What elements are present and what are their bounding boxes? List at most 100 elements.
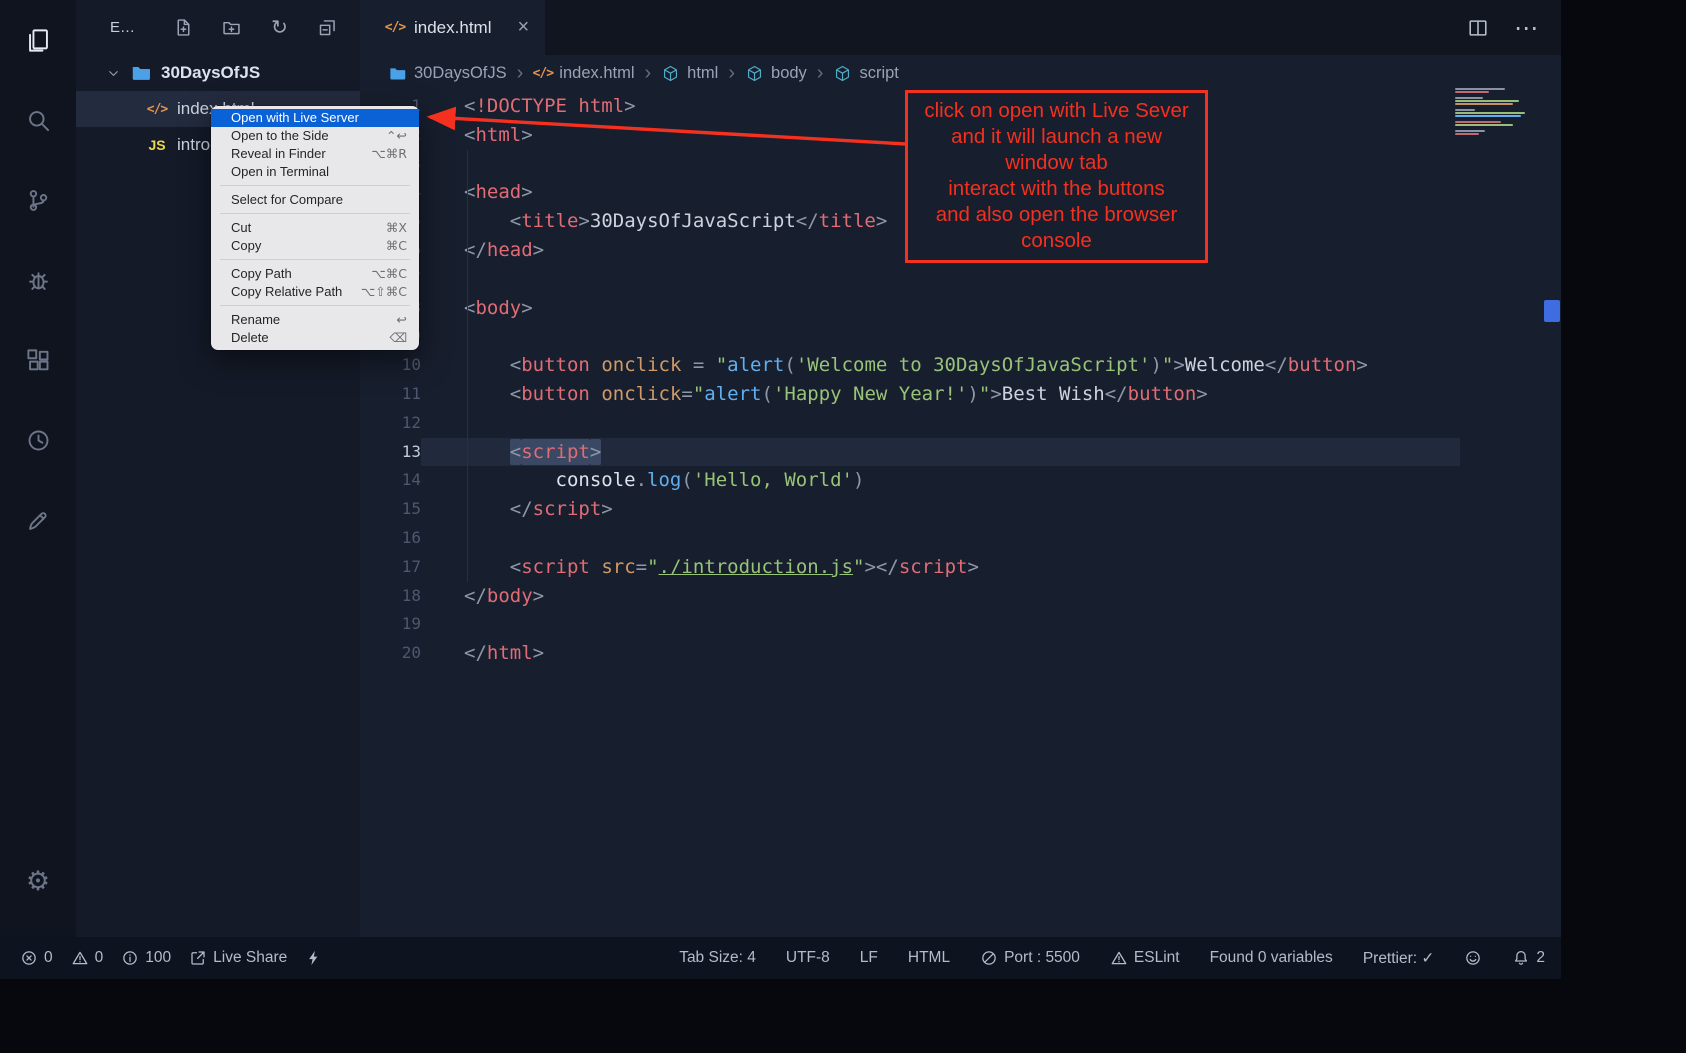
- status-live-server-port[interactable]: Port : 5500: [980, 949, 1080, 967]
- more-actions-button[interactable]: ⋯: [1515, 17, 1537, 39]
- activity-source-control-button[interactable]: [0, 160, 76, 240]
- tab-label: index.html: [414, 18, 491, 38]
- code-line-16[interactable]: 16: [360, 524, 1561, 553]
- menu-item-copy-path[interactable]: Copy Path⌥⌘C: [211, 265, 419, 283]
- status-variables[interactable]: Found 0 variables: [1210, 949, 1333, 967]
- tree-folder-30daysofjs[interactable]: 30DaysOfJS: [76, 55, 360, 91]
- code-line-7[interactable]: 7: [360, 265, 1561, 294]
- menu-item-open-in-terminal[interactable]: Open in Terminal: [211, 163, 419, 181]
- scrollbar-decoration: [1544, 300, 1560, 322]
- code-line-9[interactable]: 9: [360, 322, 1561, 351]
- code-line-13[interactable]: 13 <script>: [360, 438, 1561, 467]
- close-tab-icon[interactable]: ×: [517, 16, 529, 39]
- menu-item-cut[interactable]: Cut⌘X: [211, 219, 419, 237]
- status-notifications[interactable]: 2: [1512, 949, 1545, 967]
- code-line-15[interactable]: 15 </script>: [360, 495, 1561, 524]
- menu-item-copy[interactable]: Copy⌘C: [211, 237, 419, 255]
- status-prettier[interactable]: Prettier: ✓: [1363, 949, 1435, 968]
- menu-item-delete[interactable]: Delete⌫: [211, 329, 419, 347]
- explorer-toolbar: ↻: [173, 17, 338, 38]
- status-feedback-smiley[interactable]: [1464, 949, 1482, 967]
- line-content: [421, 409, 1561, 438]
- activity-run-debug-button[interactable]: [0, 240, 76, 320]
- menu-item-rename[interactable]: Rename↩: [211, 311, 419, 329]
- line-number: 11: [360, 380, 421, 409]
- tab-index-html[interactable]: </> index.html ×: [360, 0, 545, 55]
- minimap[interactable]: [1455, 88, 1540, 140]
- status-live-server-port-label: Port : 5500: [1004, 949, 1080, 967]
- status-bar: 0 0 100 Live Share Tab Size: 4 UTF-8 LF HTML Po…: [0, 937, 1561, 979]
- activity-settings-button[interactable]: ⚙: [0, 841, 76, 921]
- menu-item-open-to-the-side[interactable]: Open to the Side⌃↩: [211, 127, 419, 145]
- menu-separator: [220, 185, 410, 186]
- breadcrumb-separator: ›: [645, 62, 652, 85]
- status-lightning[interactable]: [305, 949, 323, 967]
- code-line-19[interactable]: 19: [360, 610, 1561, 639]
- status-warnings[interactable]: 0: [71, 949, 104, 967]
- minimap-line: [1455, 91, 1489, 93]
- breadcrumb-html[interactable]: html: [661, 64, 718, 83]
- status-live-share[interactable]: Live Share: [189, 949, 287, 967]
- menu-item-shortcut: ⌥⌘R: [371, 145, 407, 163]
- status-warnings-label: 0: [95, 949, 104, 967]
- code-line-8[interactable]: 8<body>: [360, 294, 1561, 323]
- activity-feedback-button[interactable]: [0, 480, 76, 560]
- minimap-line: [1455, 103, 1513, 105]
- cube-icon: [833, 64, 852, 83]
- breadcrumb-30daysofjs[interactable]: 30DaysOfJS: [388, 64, 507, 83]
- status-language-mode[interactable]: HTML: [908, 949, 950, 967]
- annotation-text: and it will launch a new: [910, 124, 1203, 150]
- line-number: 20: [360, 639, 421, 668]
- breadcrumb-script[interactable]: script: [833, 64, 898, 83]
- split-editor-button[interactable]: [1467, 17, 1489, 39]
- minimap-line: [1455, 130, 1485, 132]
- new-folder-button[interactable]: [221, 17, 242, 38]
- activity-search-button[interactable]: [0, 80, 76, 160]
- status-variables-label: Found 0 variables: [1210, 949, 1333, 967]
- line-content: [421, 265, 1561, 294]
- folder-label: 30DaysOfJS: [161, 63, 260, 83]
- status-info[interactable]: 100: [121, 949, 171, 967]
- menu-item-reveal-in-finder[interactable]: Reveal in Finder⌥⌘R: [211, 145, 419, 163]
- code-line-17[interactable]: 17 <script src="./introduction.js"></scr…: [360, 553, 1561, 582]
- code-line-18[interactable]: 18</body>: [360, 582, 1561, 611]
- code-line-10[interactable]: 10 <button onclick = "alert('Welcome to …: [360, 351, 1561, 380]
- line-content: console.log('Hello, World'): [421, 466, 1561, 495]
- folder-icon: [388, 64, 407, 83]
- activity-timeline-button[interactable]: [0, 400, 76, 480]
- menu-item-copy-relative-path[interactable]: Copy Relative Path⌥⇧⌘C: [211, 283, 419, 301]
- line-number: 18: [360, 582, 421, 611]
- collapse-folders-button[interactable]: [317, 17, 338, 38]
- status-tab-size-label: Tab Size: 4: [679, 949, 756, 967]
- breadcrumb-index-html[interactable]: </>index.html: [533, 64, 634, 83]
- line-content: </script>: [421, 495, 1561, 524]
- screenshot-canvas: ⚙ E… ↻ 30DaysOfJS</>index.htmlJSintroduc…: [0, 0, 1686, 1053]
- status-eslint[interactable]: ESLint: [1110, 949, 1180, 967]
- status-tab-size[interactable]: Tab Size: 4: [679, 949, 756, 967]
- status-errors-label: 0: [44, 949, 53, 967]
- menu-separator: [220, 213, 410, 214]
- menu-item-select-for-compare[interactable]: Select for Compare: [211, 191, 419, 209]
- activity-extensions-button[interactable]: [0, 320, 76, 400]
- line-content: </html>: [421, 639, 1561, 668]
- collapse-all-icon: [317, 17, 338, 38]
- breadcrumb-separator: ›: [517, 62, 524, 85]
- annotation-text: interact with the buttons: [910, 176, 1203, 202]
- code-line-20[interactable]: 20</html>: [360, 639, 1561, 668]
- activity-bar: ⚙: [0, 0, 76, 937]
- code-line-14[interactable]: 14 console.log('Hello, World'): [360, 466, 1561, 495]
- status-errors[interactable]: 0: [20, 949, 53, 967]
- status-encoding[interactable]: UTF-8: [786, 949, 830, 967]
- code-line-11[interactable]: 11 <button onclick="alert('Happy New Yea…: [360, 380, 1561, 409]
- bell-icon: [1512, 949, 1530, 967]
- menu-item-open-with-live-server[interactable]: Open with Live Server: [211, 109, 419, 127]
- activity-explorer-button[interactable]: [0, 0, 76, 80]
- context-menu: Open with Live ServerOpen to the Side⌃↩R…: [211, 106, 419, 350]
- status-eol[interactable]: LF: [860, 949, 878, 967]
- breadcrumb-body[interactable]: body: [745, 64, 807, 83]
- new-file-button[interactable]: [173, 17, 194, 38]
- code-line-12[interactable]: 12: [360, 409, 1561, 438]
- menu-item-label: Rename: [231, 311, 280, 329]
- refresh-explorer-button[interactable]: ↻: [269, 17, 290, 38]
- minimap-line: [1455, 133, 1479, 135]
